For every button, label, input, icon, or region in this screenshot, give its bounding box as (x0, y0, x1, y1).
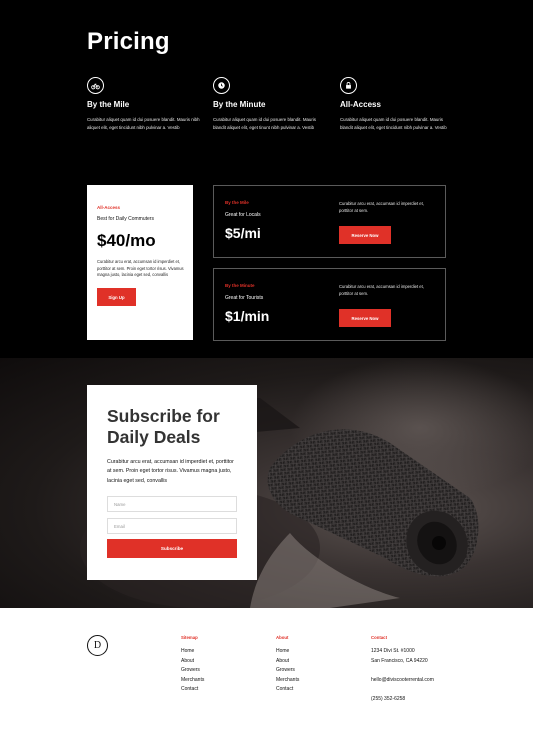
footer-link-about[interactable]: About (276, 657, 299, 667)
card-eyebrow: By the Mile (225, 200, 249, 205)
logo-letter: D (93, 640, 102, 651)
card-subtitle: Great for Locals (225, 212, 261, 218)
pricing-card-all-access: All-Access Best for Daily Commuters $40/… (87, 185, 193, 340)
sign-up-button[interactable]: Sign Up (97, 288, 136, 307)
feature-description: Curabitur aliquet quam id dui posuere bl… (213, 117, 316, 130)
subscribe-title-line: Subscribe for (107, 406, 220, 426)
name-field[interactable]: Name (107, 496, 237, 513)
footer-link-about[interactable]: About (181, 657, 204, 667)
subscribe-hero-image (0, 358, 533, 608)
card-price: $5/mi (225, 225, 261, 241)
scooter-handlebar-photo (80, 358, 533, 608)
feature-description: Curabitur aliquet quam id dui posuere bl… (340, 117, 447, 130)
reserve-now-button[interactable]: Reserve Now (339, 309, 391, 327)
footer-link-growers[interactable]: Growers (181, 666, 204, 676)
subscribe-title: Subscribe for Daily Deals (107, 406, 237, 448)
contact-email-link[interactable]: hello@diviscooterrental.com (371, 676, 434, 686)
email-placeholder: Email (114, 523, 125, 529)
subscribe-card: Subscribe for Daily Deals Curabitur arcu… (87, 385, 257, 580)
pricing-section: Pricing By the Mile Curabitur aliquet qu… (0, 0, 533, 358)
footer-contact: Contact 1234 Divi St. #1000 San Francisc… (371, 635, 434, 704)
footer-heading: Sitemap (181, 635, 198, 640)
email-field[interactable]: Email (107, 518, 237, 535)
footer-link-contact[interactable]: Contact (276, 685, 299, 695)
address-line: 1234 Divi St. #1000 (371, 648, 415, 654)
feature-description: Curabitur aliquet quam id dui posuere bl… (87, 117, 200, 130)
footer-heading: Contact (371, 635, 387, 640)
subscribe-title-line: Daily Deals (107, 427, 201, 447)
pricing-card-by-the-minute: By the Minute Great for Tourists $1/min … (213, 268, 446, 341)
card-eyebrow: By the Minute (225, 283, 255, 288)
subscribe-description: Curabitur arcu erat, accumsan id imperdi… (107, 459, 234, 484)
subscribe-button[interactable]: Subscribe (107, 539, 237, 559)
reserve-now-button[interactable]: Reserve Now (339, 226, 391, 244)
footer-link-growers[interactable]: Growers (276, 666, 299, 676)
site-footer: D Sitemap Home About Growers Merchants C… (0, 608, 533, 730)
feature-by-the-mile: By the Mile Curabitur aliquet quam id du… (87, 77, 202, 131)
contact-phone[interactable]: (255) 352-6258 (371, 695, 434, 705)
feature-all-access: All-Access Curabitur aliquet quam id dui… (340, 77, 455, 131)
feature-title: By the Minute (213, 100, 266, 109)
feature-by-the-minute: By the Minute Curabitur aliquet quam id … (213, 77, 328, 131)
card-price: $1/min (225, 308, 270, 324)
card-subtitle: Great for Tourists (225, 295, 264, 301)
footer-about: About Home About Growers Merchants Conta… (276, 635, 299, 695)
card-subtitle: Best for Daily Commuters (97, 216, 154, 222)
address-line: San Francisco, CA 94220 (371, 657, 428, 664)
footer-link-home[interactable]: Home (181, 647, 204, 657)
bike-icon (87, 77, 104, 94)
feature-title: All-Access (340, 100, 381, 109)
name-placeholder: Name (114, 501, 126, 507)
footer-link-home[interactable]: Home (276, 647, 299, 657)
pricing-card-by-the-mile: By the Mile Great for Locals $5/mi Curab… (213, 185, 446, 258)
footer-link-merchants[interactable]: Merchants (276, 676, 299, 686)
card-description: Curabitur arcu erat, accumsan id imperdi… (97, 259, 184, 278)
footer-link-contact[interactable]: Contact (181, 685, 204, 695)
footer-link-merchants[interactable]: Merchants (181, 676, 204, 686)
footer-heading: About (276, 635, 289, 640)
card-eyebrow: All-Access (97, 205, 121, 210)
footer-sitemap: Sitemap Home About Growers Merchants Con… (181, 635, 204, 695)
lock-icon (340, 77, 357, 94)
page-title: Pricing (87, 28, 170, 55)
card-price: $40/mo (97, 231, 156, 250)
feature-title: By the Mile (87, 100, 130, 109)
clock-icon (213, 77, 230, 94)
divi-logo[interactable]: D (87, 635, 108, 656)
card-description: Curabitur arcu erat, accumsan id imperdi… (339, 201, 424, 213)
card-description: Curabitur arcu erat, accumsan id imperdi… (339, 284, 424, 296)
